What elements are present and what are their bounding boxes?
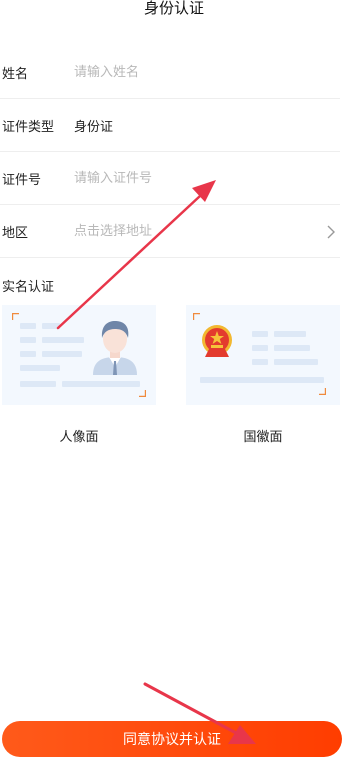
region-row[interactable]: 地区 <box>0 206 340 258</box>
name-label: 姓名 <box>2 67 29 82</box>
agree-and-verify-button[interactable]: 同意协议并认证 <box>2 721 342 757</box>
id-back-label: 国徽面 <box>243 430 283 445</box>
id-number-label: 证件号 <box>2 173 42 188</box>
id-type-value[interactable]: 身份证 <box>74 116 113 135</box>
placeholder-line <box>20 337 36 343</box>
placeholder-line <box>42 351 82 357</box>
placeholder-line <box>274 345 310 351</box>
placeholder-line <box>42 337 84 343</box>
national-emblem-icon <box>202 325 232 357</box>
portrait-icon <box>93 321 137 375</box>
corner-mark-icon <box>193 313 200 320</box>
placeholder-line <box>20 365 60 371</box>
id-front-label: 人像面 <box>59 430 99 445</box>
id-type-label: 证件类型 <box>2 120 55 135</box>
placeholder-line <box>252 359 268 365</box>
placeholder-line <box>252 331 268 337</box>
corner-mark-icon <box>319 388 326 395</box>
placeholder-line <box>20 381 56 387</box>
placeholder-line <box>200 377 324 383</box>
id-front-upload[interactable] <box>2 305 156 405</box>
chevron-right-icon <box>327 225 335 239</box>
region-label: 地区 <box>2 226 29 241</box>
corner-mark-icon <box>12 313 19 320</box>
placeholder-line <box>274 359 318 365</box>
id-number-input[interactable] <box>74 166 304 191</box>
name-input[interactable] <box>74 60 304 85</box>
name-row: 姓名 <box>0 47 340 99</box>
placeholder-line <box>252 345 268 351</box>
id-number-row: 证件号 <box>0 153 340 205</box>
placeholder-line <box>42 323 60 329</box>
placeholder-line <box>274 331 306 337</box>
placeholder-line <box>62 381 140 387</box>
region-select[interactable] <box>74 219 304 244</box>
corner-mark-icon <box>139 390 146 397</box>
page-title: 身份认证 <box>143 0 204 17</box>
id-type-row[interactable]: 证件类型 身份证 <box>0 100 340 152</box>
placeholder-line <box>20 323 36 329</box>
id-back-upload[interactable] <box>186 305 340 405</box>
placeholder-line <box>20 351 36 357</box>
real-name-label: 实名认证 <box>2 280 55 295</box>
